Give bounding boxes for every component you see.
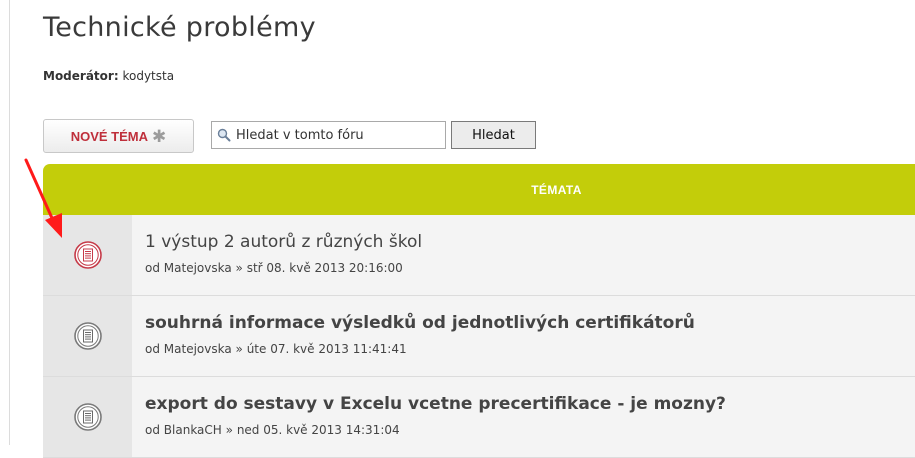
topic-row[interactable]: 1 výstup 2 autorů z různých škol od Mate…: [43, 215, 915, 296]
topic-title[interactable]: export do sestavy v Excelu vcetne precer…: [145, 394, 726, 414]
topic-by-label: od: [145, 261, 160, 275]
topic-icon-cell: [43, 377, 132, 457]
topic-datetime: » stř 08. kvě 2013 20:16:00: [235, 261, 403, 275]
topic-icon-cell: [43, 215, 132, 295]
topic-unread-icon[interactable]: [73, 240, 103, 270]
moderator-label: Moderátor:: [43, 69, 119, 83]
star-icon: ✱: [152, 126, 167, 146]
topic-row[interactable]: export do sestavy v Excelu vcetne precer…: [43, 377, 915, 458]
search-input[interactable]: [236, 127, 436, 143]
magnifier-icon: [217, 128, 231, 142]
topic-read-icon[interactable]: [73, 402, 103, 432]
topic-author[interactable]: Matejovska: [164, 261, 232, 275]
topic-meta: od Matejovska » úte 07. kvě 2013 11:41:4…: [145, 342, 407, 356]
topic-read-icon[interactable]: [73, 321, 103, 351]
topic-by-label: od: [145, 342, 160, 356]
search-button[interactable]: Hledat: [451, 121, 536, 149]
topic-author[interactable]: Matejovska: [164, 342, 232, 356]
topic-meta: od BlankaCH » ned 05. kvě 2013 14:31:04: [145, 423, 400, 437]
topic-title[interactable]: souhrná informace výsledků od jednotlivý…: [145, 313, 695, 333]
topic-author[interactable]: BlankaCH: [164, 423, 222, 437]
topics-header-label: TÉMATA: [531, 182, 582, 197]
topic-datetime: » úte 07. kvě 2013 11:41:41: [235, 342, 407, 356]
topic-title[interactable]: 1 výstup 2 autorů z různých škol: [145, 232, 422, 252]
page-title: Technické problémy: [43, 12, 316, 43]
topics-header: TÉMATA: [43, 164, 915, 215]
topic-datetime: » ned 05. kvě 2013 14:31:04: [225, 423, 400, 437]
topic-row[interactable]: souhrná informace výsledků od jednotlivý…: [43, 296, 915, 377]
topic-by-label: od: [145, 423, 160, 437]
left-border: [9, 0, 10, 445]
new-topic-label: NOVÉ TÉMA: [70, 128, 149, 144]
search-field[interactable]: [211, 121, 446, 149]
topic-icon-cell: [43, 296, 132, 376]
moderator-name[interactable]: kodytsta: [122, 69, 174, 83]
topic-meta: od Matejovska » stř 08. kvě 2013 20:16:0…: [145, 261, 403, 275]
moderator-info: Moderátor: kodytsta: [43, 69, 174, 83]
new-topic-button[interactable]: NOVÉ TÉMA ✱: [43, 119, 194, 153]
